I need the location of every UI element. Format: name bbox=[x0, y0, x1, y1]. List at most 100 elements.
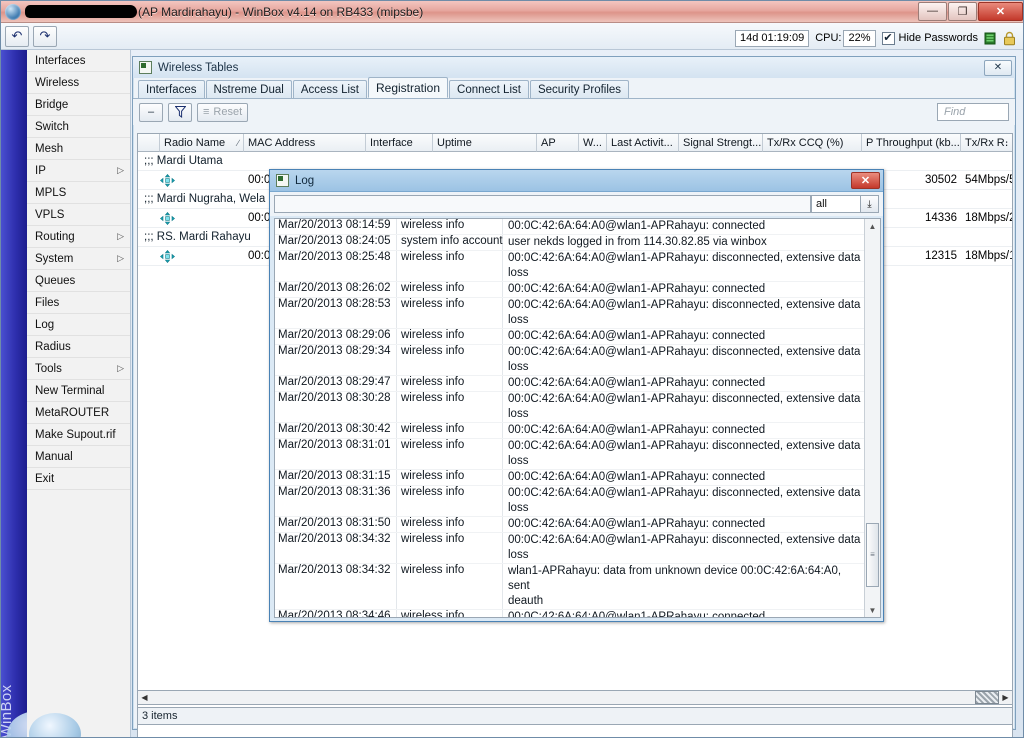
undo-button[interactable]: ↶ bbox=[5, 25, 29, 47]
log-window-title: Log bbox=[295, 174, 315, 187]
log-scroll-down-button[interactable]: ▼ bbox=[865, 603, 880, 617]
log-topic-filter-dropdown-icon[interactable]: ⤓ bbox=[861, 195, 879, 213]
maximize-button[interactable]: ❐ bbox=[948, 1, 977, 21]
log-entry[interactable]: Mar/20/2013 08:30:28 wireless info 00:0C:4… bbox=[275, 392, 864, 423]
redo-button[interactable]: ↷ bbox=[33, 25, 57, 47]
log-entry-topic: wireless info bbox=[397, 219, 503, 234]
column-header-radio-name[interactable]: Radio Name ∕ bbox=[160, 134, 244, 152]
menu-item-switch[interactable]: Switch bbox=[27, 116, 130, 138]
log-entry-time: Mar/20/2013 08:29:06 bbox=[275, 329, 397, 344]
hscroll-right-button[interactable]: ▶ bbox=[999, 691, 1012, 704]
tab-security-profiles[interactable]: Security Profiles bbox=[529, 80, 630, 98]
find-input[interactable] bbox=[942, 105, 1004, 119]
column-header-last-activit[interactable]: Last Activit... bbox=[607, 134, 679, 152]
minimize-button[interactable]: — bbox=[918, 1, 947, 21]
menu-item-make-supout-rif[interactable]: Make Supout.rif bbox=[27, 424, 130, 446]
reset-button[interactable]: ≡ Reset bbox=[197, 102, 249, 122]
log-entry-topic: wireless info bbox=[397, 345, 503, 375]
log-entry[interactable]: Mar/20/2013 08:24:05 system info account u… bbox=[275, 235, 864, 251]
log-entry[interactable]: Mar/20/2013 08:25:48 wireless info 00:0C:4… bbox=[275, 251, 864, 282]
log-entry[interactable]: Mar/20/2013 08:28:53 wireless info 00:0C:4… bbox=[275, 298, 864, 329]
close-button[interactable]: ✕ bbox=[978, 1, 1023, 21]
hscroll-track[interactable] bbox=[151, 691, 999, 704]
column-header-uptime[interactable]: Uptime bbox=[433, 134, 537, 152]
log-entry[interactable]: Mar/20/2013 08:29:34 wireless info 00:0C:4… bbox=[275, 345, 864, 376]
tab-connect-list[interactable]: Connect List bbox=[449, 80, 529, 98]
menu-item-label: New Terminal bbox=[35, 384, 105, 397]
column-header-ap[interactable]: AP bbox=[537, 134, 579, 152]
tab-registration[interactable]: Registration bbox=[367, 77, 449, 98]
menu-item-mpls[interactable]: MPLS bbox=[27, 182, 130, 204]
find-field-wrapper[interactable] bbox=[937, 103, 1009, 121]
tab-access-list[interactable]: Access List bbox=[292, 80, 367, 98]
log-scroll-up-button[interactable]: ▲ bbox=[865, 219, 880, 233]
log-entry[interactable]: Mar/20/2013 08:31:01 wireless info 00:0C:4… bbox=[275, 439, 864, 470]
log-entry[interactable]: Mar/20/2013 08:26:02 wireless info 00:0C:4… bbox=[275, 282, 864, 298]
log-entry[interactable]: Mar/20/2013 08:31:50 wireless info 00:0C:4… bbox=[275, 517, 864, 533]
column-header-label: W... bbox=[583, 136, 602, 149]
menu-item-radius[interactable]: Radius bbox=[27, 336, 130, 358]
wireless-tables-close-button[interactable]: ✕ bbox=[984, 59, 1012, 76]
hide-passwords-control[interactable]: ✔ Hide Passwords bbox=[881, 31, 978, 45]
log-topic-filter-value[interactable]: all bbox=[811, 195, 861, 213]
log-close-button[interactable]: ✕ bbox=[851, 172, 880, 189]
log-entry[interactable]: Mar/20/2013 08:31:36 wireless info 00:0C:4… bbox=[275, 486, 864, 517]
remove-registration-button[interactable]: – bbox=[139, 102, 163, 122]
filter-button[interactable] bbox=[168, 102, 192, 122]
menu-item-interfaces[interactable]: Interfaces bbox=[27, 50, 130, 72]
menu-item-vpls[interactable]: VPLS bbox=[27, 204, 130, 226]
column-header-mac-address[interactable]: MAC Address bbox=[244, 134, 366, 152]
menu-item-files[interactable]: Files bbox=[27, 292, 130, 314]
log-entry-time: Mar/20/2013 08:31:50 bbox=[275, 517, 397, 532]
submenu-chevron-right-icon: ▷ bbox=[117, 231, 124, 241]
column-header-label: Tx/Rx R։ bbox=[965, 137, 1009, 149]
column-header-interface[interactable]: Interface bbox=[366, 134, 433, 152]
column-header-tx-rx-ccq[interactable]: Tx/Rx CCQ (%) bbox=[763, 134, 862, 152]
menu-item-mesh[interactable]: Mesh bbox=[27, 138, 130, 160]
menu-item-log[interactable]: Log bbox=[27, 314, 130, 336]
menu-item-routing[interactable]: Routing ▷ bbox=[27, 226, 130, 248]
menu-item-wireless[interactable]: Wireless bbox=[27, 72, 130, 94]
wireless-window-icon bbox=[139, 61, 152, 74]
menu-item-label: Interfaces bbox=[35, 54, 86, 67]
menu-item-manual[interactable]: Manual bbox=[27, 446, 130, 468]
hscroll-thumb[interactable] bbox=[975, 691, 999, 704]
tab-interfaces[interactable]: Interfaces bbox=[138, 80, 205, 98]
column-header-signal-strengt[interactable]: Signal Strengt... bbox=[679, 134, 763, 152]
uptime-display: 14d 01:19:09 bbox=[734, 29, 810, 47]
log-entry-time: Mar/20/2013 08:25:48 bbox=[275, 251, 397, 281]
log-entry-time: Mar/20/2013 08:34:32 bbox=[275, 533, 397, 563]
log-scroll-thumb[interactable]: ≡ bbox=[866, 523, 879, 587]
hscroll-left-button[interactable]: ◀ bbox=[138, 691, 151, 704]
log-vertical-scrollbar[interactable]: ▲ ≡ ▼ bbox=[864, 219, 880, 617]
menu-item-ip[interactable]: IP ▷ bbox=[27, 160, 130, 182]
column-header-tx-rx-r[interactable]: Tx/Rx R։ bbox=[961, 134, 1012, 152]
menu-item-bridge[interactable]: Bridge bbox=[27, 94, 130, 116]
menu-item-queues[interactable]: Queues bbox=[27, 270, 130, 292]
log-entry[interactable]: Mar/20/2013 08:34:32 wireless info 00:0C:4… bbox=[275, 533, 864, 564]
log-entry[interactable]: Mar/20/2013 08:34:32 wireless info wlan1-A… bbox=[275, 564, 864, 610]
log-entry[interactable]: Mar/20/2013 08:31:15 wireless info 00:0C:4… bbox=[275, 470, 864, 486]
wireless-tables-title-bar: Wireless Tables ✕ bbox=[133, 57, 1015, 78]
menu-item-new-terminal[interactable]: New Terminal bbox=[27, 380, 130, 402]
comment-text: ;;; RS. Mardi Rahayu bbox=[144, 231, 251, 243]
log-entry[interactable]: Mar/20/2013 08:29:47 wireless info 00:0C:4… bbox=[275, 376, 864, 392]
window-controls: — ❐ ✕ bbox=[917, 1, 1023, 22]
menu-item-system[interactable]: System ▷ bbox=[27, 248, 130, 270]
memory-indicator-icon bbox=[984, 32, 996, 44]
log-entry-message: 00:0C:42:6A:64:A0@wlan1-APRahayu: discon… bbox=[508, 252, 864, 279]
log-entry[interactable]: Mar/20/2013 08:29:06 wireless info 00:0C:4… bbox=[275, 329, 864, 345]
column-header-w[interactable]: W... bbox=[579, 134, 607, 152]
column-header-p-throughput-kb[interactable]: P Throughput (kb... bbox=[862, 134, 961, 152]
hide-passwords-checkbox[interactable]: ✔ bbox=[881, 31, 895, 45]
registration-horizontal-scrollbar[interactable]: ◀ ▶ bbox=[137, 690, 1013, 705]
menu-item-metarouter[interactable]: MetaROUTER bbox=[27, 402, 130, 424]
log-entry[interactable]: Mar/20/2013 08:34:46 wireless info 00:0C:4… bbox=[275, 610, 864, 617]
log-entry[interactable]: Mar/20/2013 08:30:42 wireless info 00:0C:4… bbox=[275, 423, 864, 439]
row-status-cell bbox=[138, 247, 244, 266]
menu-item-tools[interactable]: Tools ▷ bbox=[27, 358, 130, 380]
log-entry-time: Mar/20/2013 08:30:28 bbox=[275, 392, 397, 422]
menu-item-exit[interactable]: Exit bbox=[27, 468, 130, 490]
log-entry[interactable]: Mar/20/2013 08:14:59 wireless info 00:0C:4… bbox=[275, 219, 864, 235]
tab-nstreme-dual[interactable]: Nstreme Dual bbox=[205, 80, 292, 98]
